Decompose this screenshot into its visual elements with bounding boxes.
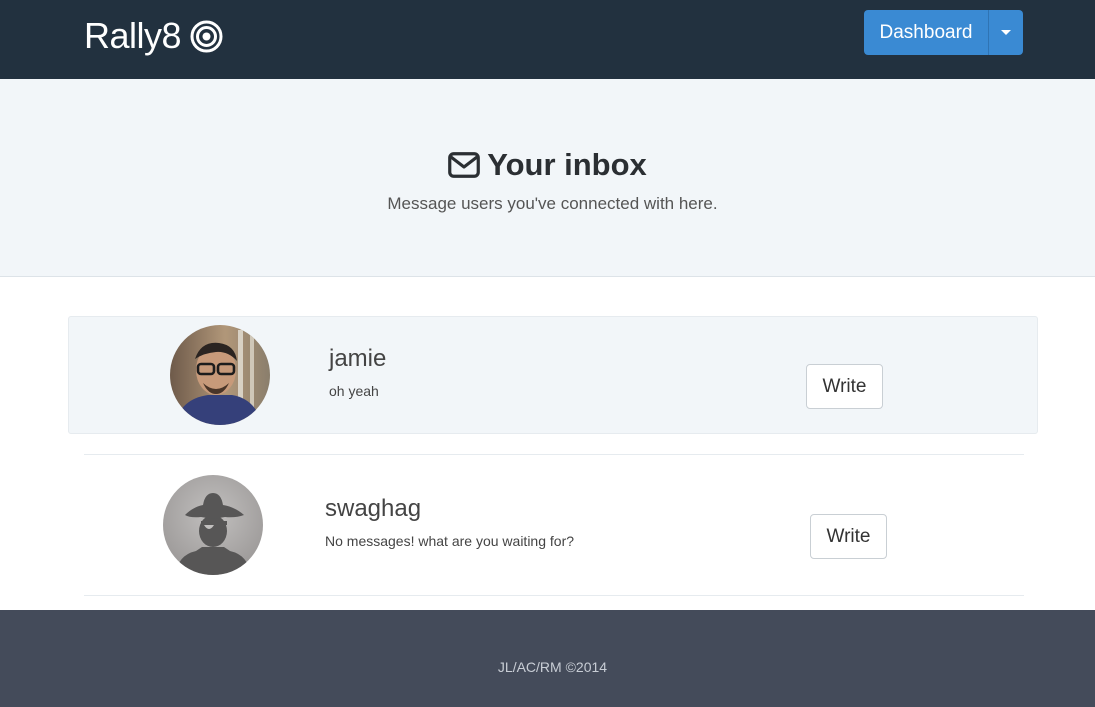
write-button[interactable]: Write bbox=[806, 364, 883, 409]
conversation-last-message: oh yeah bbox=[329, 383, 379, 399]
brand-logo[interactable]: Rally8 bbox=[84, 14, 223, 58]
footer-copyright: JL/AC/RM ©2014 bbox=[497, 659, 608, 675]
inbox-header: Your inbox Message users you've connecte… bbox=[0, 79, 1095, 277]
page-subtitle: Message users you've connected with here… bbox=[387, 194, 718, 213]
dashboard-button-group: Dashboard bbox=[864, 10, 1023, 55]
user-avatar[interactable] bbox=[163, 475, 263, 575]
top-navbar: Rally8 Dashboard bbox=[0, 0, 1095, 79]
user-avatar[interactable] bbox=[170, 325, 270, 425]
photo-avatar-icon bbox=[170, 325, 270, 425]
pirate-silhouette-icon bbox=[163, 475, 263, 575]
row-divider bbox=[84, 595, 1024, 596]
page-title: Your inbox bbox=[0, 147, 1095, 183]
conversation-last-message: No messages! what are you waiting for? bbox=[325, 533, 575, 549]
brand-name: Rally8 bbox=[84, 15, 182, 56]
conversation-username[interactable]: jamie bbox=[329, 345, 386, 373]
caret-down-icon bbox=[1001, 30, 1011, 35]
write-button[interactable]: Write bbox=[810, 514, 887, 559]
dashboard-dropdown-toggle[interactable] bbox=[988, 10, 1023, 55]
row-divider bbox=[84, 454, 1024, 455]
dashboard-button[interactable]: Dashboard bbox=[864, 10, 988, 55]
target-icon bbox=[190, 20, 223, 52]
footer: JL/AC/RM ©2014 bbox=[0, 610, 1095, 707]
envelope-icon bbox=[448, 152, 481, 178]
conversation-username[interactable]: swaghag bbox=[325, 495, 421, 523]
page-title-text: Your inbox bbox=[487, 147, 647, 182]
